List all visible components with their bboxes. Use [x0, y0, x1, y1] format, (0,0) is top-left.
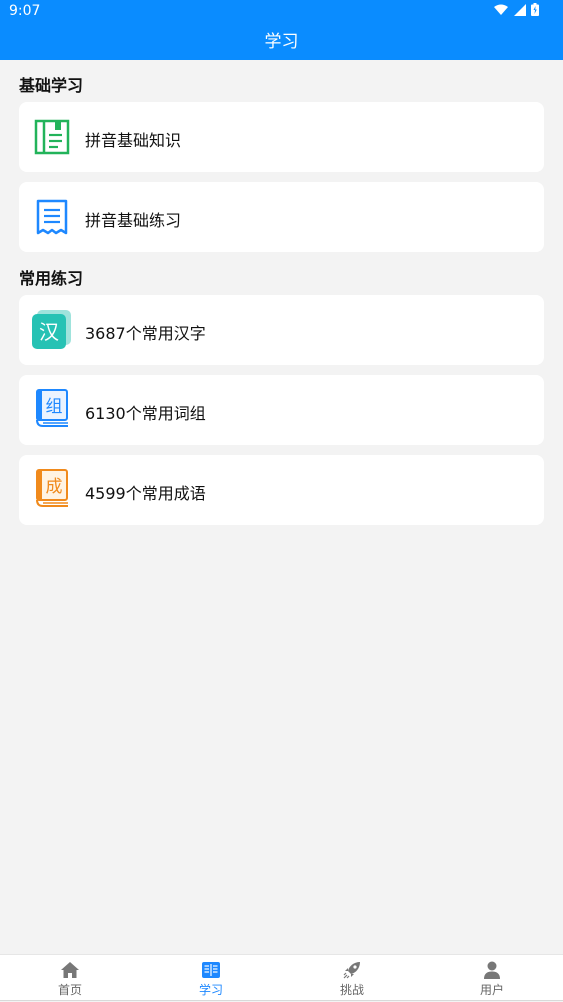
list-item-pinyin-knowledge[interactable]: 拼音基础知识 — [19, 102, 544, 172]
tab-home[interactable]: 首页 — [0, 955, 140, 1002]
list-item-label: 拼音基础知识 — [85, 131, 182, 150]
tab-label: 首页 — [57, 983, 82, 997]
list-item-label: 拼音基础练习 — [85, 211, 182, 230]
tab-challenge[interactable]: 挑战 — [282, 955, 422, 1002]
receipt-list-icon — [36, 199, 68, 235]
list-item-label: 3687个常用汉字 — [85, 324, 206, 343]
list-item-common-idioms[interactable]: 成 4599个常用成语 — [19, 455, 544, 525]
section-title-basic: 基础学习 — [19, 76, 84, 95]
app-header: 9:07 学习 — [0, 0, 563, 60]
book-zu-icon: 组 — [36, 389, 68, 427]
tab-label: 挑战 — [339, 983, 364, 997]
rocket-icon — [343, 962, 360, 979]
tab-user[interactable]: 用户 — [422, 955, 562, 1002]
bottom-nav: 首页 学习 挑战 用户 — [0, 954, 563, 1001]
signal-icon — [514, 3, 526, 16]
list-item-common-characters[interactable]: 汉 3687个常用汉字 — [19, 295, 544, 365]
section-title-common: 常用练习 — [19, 269, 84, 288]
han-character-icon: 汉 — [32, 310, 71, 349]
notebook-icon — [34, 119, 70, 155]
status-icons — [493, 3, 539, 16]
wifi-icon — [494, 4, 508, 15]
icon-char: 汉 — [39, 320, 59, 344]
book-cheng-icon: 成 — [36, 469, 68, 507]
list-item-label: 4599个常用成语 — [85, 484, 206, 503]
page-title: 学习 — [264, 32, 299, 52]
tab-label: 用户 — [479, 983, 504, 997]
tab-label: 学习 — [198, 983, 223, 997]
home-icon — [61, 962, 79, 978]
list-item-pinyin-practice[interactable]: 拼音基础练习 — [19, 182, 544, 252]
user-icon — [484, 961, 500, 979]
battery-icon — [531, 3, 539, 16]
book-open-icon — [202, 962, 220, 978]
tab-study[interactable]: 学习 — [141, 955, 281, 1002]
icon-char: 组 — [46, 397, 63, 417]
icon-char: 成 — [46, 477, 63, 497]
list-item-label: 6130个常用词组 — [85, 404, 206, 423]
status-time: 9:07 — [9, 3, 41, 19]
list-item-common-phrases[interactable]: 组 6130个常用词组 — [19, 375, 544, 445]
